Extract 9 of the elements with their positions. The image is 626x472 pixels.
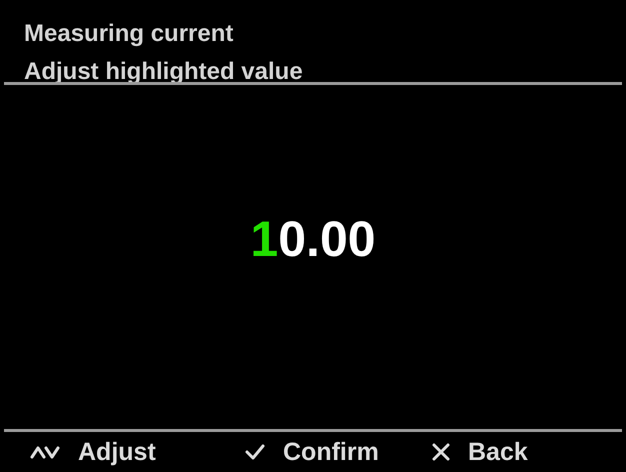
up-down-chevrons-icon bbox=[30, 445, 60, 459]
softkey-label: Confirm bbox=[283, 438, 379, 466]
checkmark-icon bbox=[245, 444, 265, 460]
header-text: Adjust highlighted value bbox=[24, 57, 303, 87]
value-display: 10.00 bbox=[250, 214, 376, 264]
header-text: Measuring current bbox=[24, 19, 234, 49]
softkey-label: Back bbox=[468, 438, 528, 466]
softkey-label: Adjust bbox=[78, 438, 156, 466]
close-icon bbox=[432, 443, 450, 461]
